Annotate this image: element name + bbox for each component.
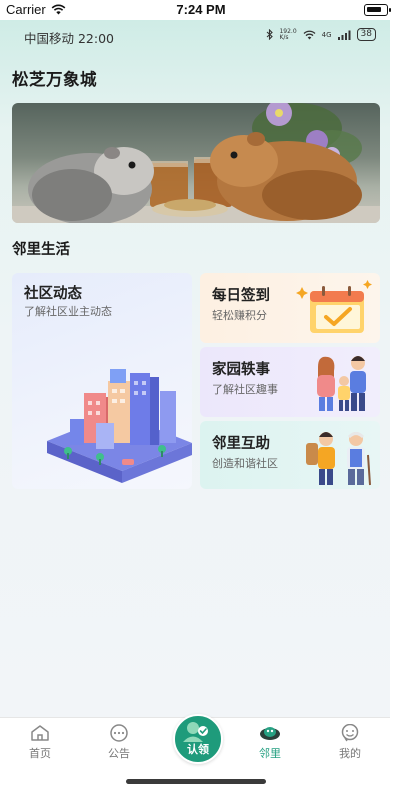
daily-checkin-subtitle: 轻松赚积分 [212, 309, 267, 322]
battery-icon [364, 4, 391, 16]
phone-status-icons: 192.0 K/s 4G 38 [266, 28, 376, 41]
ios-time: 7:24 PM [176, 2, 226, 17]
family-illustration [317, 356, 366, 411]
section-title: 邻里生活 [12, 242, 70, 258]
home-icon [31, 725, 49, 741]
tab-notice[interactable]: 公告 [89, 724, 149, 761]
page-title: 松芝万象城 [12, 70, 97, 89]
tab-notice-label: 公告 [108, 747, 130, 760]
home-stories-card[interactable]: 家园轶事 了解社区趣事 [200, 347, 380, 417]
tab-mine[interactable]: 我的 [320, 724, 380, 761]
right-edge [390, 20, 402, 792]
claim-button-label: 认领 [187, 743, 209, 756]
tab-home-label: 首页 [29, 747, 51, 760]
tab-mine-label: 我的 [339, 747, 361, 760]
network-type: 4G [321, 30, 332, 39]
phone-status-bar: 中国移动 22:00 192.0 K/s 4G 38 [24, 28, 376, 46]
tab-neighbor-label: 邻里 [259, 747, 281, 760]
neighbor-help-subtitle: 创造和谐社区 [212, 457, 278, 470]
neighbor-icon [260, 727, 280, 740]
wifi-icon [303, 30, 316, 39]
neighbor-help-card[interactable]: 邻里互助 创造和谐社区 [200, 421, 380, 489]
calendar-check-icon [296, 280, 372, 333]
neighbor-help-title: 邻里互助 [212, 436, 270, 452]
neighbors-helping-illustration [306, 432, 371, 486]
home-stories-subtitle: 了解社区趣事 [212, 383, 278, 396]
daily-checkin-card[interactable]: 每日签到 轻松赚积分 [200, 273, 380, 343]
daily-checkin-title: 每日签到 [212, 288, 270, 304]
home-stories-title: 家园轶事 [212, 362, 270, 378]
bluetooth-icon [267, 29, 274, 40]
community-news-card[interactable]: 社区动态 了解社区业主动态 [12, 273, 192, 489]
tab-neighbor[interactable]: 邻里 [240, 724, 300, 761]
chat-bubble-icon [110, 724, 128, 742]
profile-icon [341, 724, 359, 742]
ios-status-bar: Carrier 7:24 PM [0, 0, 402, 20]
hero-banner[interactable] [12, 103, 380, 223]
home-indicator [126, 779, 266, 784]
phone-carrier-time: 中国移动 22:00 [24, 31, 114, 46]
claim-button[interactable]: 认领 [173, 714, 223, 764]
network-speed: 192.0 K/s [279, 27, 297, 41]
city-buildings-illustration [47, 369, 192, 483]
signal-icon [337, 30, 351, 40]
tab-home[interactable]: 首页 [10, 724, 70, 761]
banner-illustration [12, 103, 380, 223]
phone-battery: 38 [356, 28, 376, 41]
app-screen: 中国移动 22:00 192.0 K/s 4G 38 松芝万象城 邻里生活 社区… [0, 20, 390, 717]
